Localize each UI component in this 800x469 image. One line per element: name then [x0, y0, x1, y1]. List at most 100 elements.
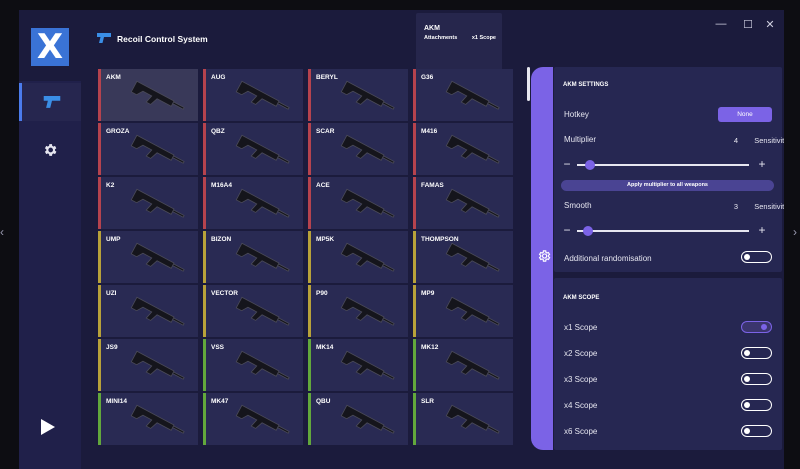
- scope-toggle[interactable]: [741, 399, 772, 411]
- weapon-tile[interactable]: MK14: [308, 339, 408, 391]
- weapon-tile[interactable]: ACE: [308, 177, 408, 229]
- weapon-tier-bar: [98, 393, 101, 445]
- weapon-name: M16A4: [211, 182, 232, 189]
- logo-letter: X: [36, 27, 64, 67]
- multiplier-slider[interactable]: [577, 160, 749, 170]
- weapon-tile[interactable]: MK12: [413, 339, 513, 391]
- weapon-name: BIZON: [211, 236, 232, 243]
- weapon-tile[interactable]: P90: [308, 285, 408, 337]
- scope-toggle[interactable]: [741, 425, 772, 437]
- minimize-button[interactable]: —: [714, 18, 728, 30]
- weapon-tier-bar: [203, 339, 206, 391]
- weapon-tier-bar: [98, 285, 101, 337]
- weapon-tier-bar: [203, 231, 206, 283]
- toggle-knob: [744, 401, 750, 408]
- weapon-name: MP5K: [316, 236, 335, 243]
- weapon-silhouette-icon: [340, 350, 395, 380]
- weapon-silhouette-icon: [340, 188, 395, 218]
- smooth-decrease-button[interactable]: −: [562, 224, 572, 236]
- weapon-silhouette-icon: [340, 296, 395, 326]
- settings-rail-button[interactable]: [537, 249, 551, 268]
- weapon-tile[interactable]: M416: [413, 123, 513, 175]
- hotkey-button[interactable]: None: [718, 107, 772, 122]
- weapon-tile[interactable]: MK47: [203, 393, 303, 445]
- weapon-tile[interactable]: MP5K: [308, 231, 408, 283]
- scope-toggle[interactable]: [741, 321, 772, 333]
- weapon-silhouette-icon: [445, 188, 500, 218]
- scope-label: x3 Scope: [564, 375, 598, 384]
- multiplier-slider-thumb[interactable]: [585, 160, 596, 170]
- sidebar-item-settings[interactable]: [19, 131, 81, 169]
- randomisation-toggle[interactable]: [741, 251, 772, 263]
- weapon-tile[interactable]: VECTOR: [203, 285, 303, 337]
- left-chevron-icon[interactable]: ‹: [0, 226, 4, 238]
- weapon-silhouette-icon: [130, 242, 185, 272]
- gear-icon: [538, 250, 551, 262]
- weapon-tile[interactable]: G36: [413, 69, 513, 121]
- weapon-tile[interactable]: BIZON: [203, 231, 303, 283]
- weapon-tile[interactable]: SLR: [413, 393, 513, 445]
- weapon-name: ACE: [316, 182, 330, 189]
- toggle-knob: [744, 375, 750, 382]
- weapon-tile[interactable]: QBZ: [203, 123, 303, 175]
- weapon-tile[interactable]: AUG: [203, 69, 303, 121]
- smooth-slider[interactable]: [577, 226, 749, 236]
- toggle-knob: [744, 349, 750, 356]
- weapon-silhouette-icon: [340, 134, 395, 164]
- weapon-name: AKM: [106, 74, 121, 81]
- weapon-tile[interactable]: M16A4: [203, 177, 303, 229]
- weapon-tile[interactable]: K2: [98, 177, 198, 229]
- weapon-tier-bar: [308, 177, 311, 229]
- weapon-tier-bar: [308, 393, 311, 445]
- app-logo: X: [31, 27, 69, 67]
- apply-multiplier-button[interactable]: Apply multiplier to all weapons: [561, 180, 774, 191]
- weapon-silhouette-icon: [235, 296, 290, 326]
- weapon-tile[interactable]: FAMAS: [413, 177, 513, 229]
- weapon-name: VSS: [211, 344, 225, 351]
- weapon-tier-bar: [203, 393, 206, 445]
- weapon-tile[interactable]: QBU: [308, 393, 408, 445]
- close-button[interactable]: ✕: [763, 18, 777, 31]
- multiplier-decrease-button[interactable]: −: [562, 158, 572, 170]
- weapon-silhouette-icon: [130, 350, 185, 380]
- scope-toggle[interactable]: [741, 373, 772, 385]
- weapon-tile[interactable]: AKM: [98, 69, 198, 121]
- weapon-silhouette-icon: [340, 242, 395, 272]
- sidebar-item-weapons[interactable]: [19, 83, 81, 121]
- weapon-tile[interactable]: UMP: [98, 231, 198, 283]
- weapon-tile[interactable]: VSS: [203, 339, 303, 391]
- weapon-tier-bar: [203, 177, 206, 229]
- weapon-tile[interactable]: UZI: [98, 285, 198, 337]
- weapon-tile[interactable]: GROZA: [98, 123, 198, 175]
- weapon-tile[interactable]: MINI14: [98, 393, 198, 445]
- weapon-silhouette-icon: [235, 80, 290, 110]
- weapon-name: BERYL: [316, 74, 338, 81]
- weapon-silhouette-icon: [445, 242, 500, 272]
- weapon-tier-bar: [98, 339, 101, 391]
- smooth-increase-button[interactable]: +: [757, 224, 767, 236]
- play-button[interactable]: [41, 419, 55, 440]
- weapon-tile[interactable]: THOMPSON: [413, 231, 513, 283]
- smooth-slider-thumb[interactable]: [583, 226, 594, 236]
- multiplier-label: Multiplier: [564, 135, 597, 144]
- weapon-silhouette-icon: [235, 404, 290, 434]
- toggle-knob: [761, 323, 767, 330]
- smooth-label: Smooth: [564, 201, 592, 210]
- multiplier-increase-button[interactable]: +: [757, 158, 767, 170]
- scope-label: x6 Scope: [564, 427, 598, 436]
- right-chevron-icon[interactable]: ›: [793, 226, 797, 238]
- weapon-tile[interactable]: SCAR: [308, 123, 408, 175]
- weapon-tier-bar: [413, 231, 416, 283]
- info-attachments-label: Attachments: [424, 35, 458, 41]
- maximize-button[interactable]: ☐: [741, 18, 755, 31]
- weapon-tile[interactable]: MP9: [413, 285, 513, 337]
- scope-toggle[interactable]: [741, 347, 772, 359]
- scope-label: x2 Scope: [564, 349, 598, 358]
- weapon-tier-bar: [308, 69, 311, 121]
- weapon-tier-bar: [98, 69, 101, 121]
- weapon-tile[interactable]: BERYL: [308, 69, 408, 121]
- grid-scrollbar[interactable]: [527, 67, 530, 101]
- weapon-name: MK14: [316, 344, 334, 351]
- weapon-tile[interactable]: JS9: [98, 339, 198, 391]
- pistol-icon: [97, 33, 111, 43]
